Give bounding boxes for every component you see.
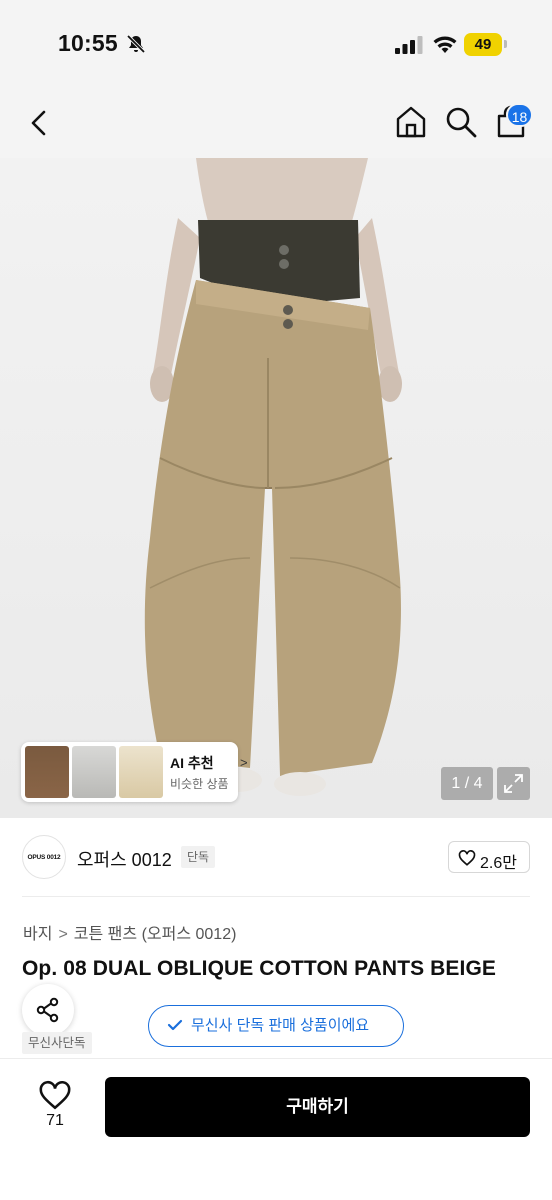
- ai-recommend-card[interactable]: AI 추천 > 비슷한 상품: [21, 742, 248, 802]
- exclusive-sale-banner[interactable]: 무신사 단독 판매 상품이에요: [148, 1005, 404, 1047]
- exclusive-tag: 무신사단독: [22, 1032, 92, 1054]
- expand-icon: [504, 774, 523, 793]
- check-icon: [167, 1019, 183, 1031]
- search-icon[interactable]: [443, 104, 479, 140]
- signal-icon: [395, 36, 423, 54]
- breadcrumb-subcategory[interactable]: 코튼 팬츠 (오퍼스 0012): [74, 926, 237, 943]
- image-page-indicator: 1 / 4: [441, 767, 493, 800]
- app-header: [0, 92, 552, 158]
- brand-exclusive-tag: 단독: [181, 846, 216, 868]
- breadcrumb: 바지 > 코튼 팬츠 (오퍼스 0012): [23, 920, 236, 944]
- product-photo-illustration: [144, 158, 402, 796]
- ai-recommend-title: AI 추천: [170, 755, 214, 771]
- bottom-action-bar: 71 구매하기: [0, 1058, 552, 1200]
- recommend-thumbnail[interactable]: [119, 746, 163, 798]
- buy-button[interactable]: 구매하기: [105, 1077, 530, 1137]
- recommend-thumbnail[interactable]: [25, 746, 69, 798]
- home-icon[interactable]: [393, 104, 429, 140]
- bell-off-icon: [126, 34, 146, 54]
- product-title: Op. 08 DUAL OBLIQUE COTTON PANTS BEIGE: [22, 957, 497, 980]
- brand-like-button[interactable]: 2.6만: [448, 841, 530, 873]
- battery-nub: [504, 40, 507, 48]
- chevron-right-icon: >: [240, 755, 248, 770]
- exclusive-banner-text: 무신사 단독 판매 상품이에요: [191, 1017, 370, 1034]
- recommend-thumbnail[interactable]: [72, 746, 116, 798]
- expand-image-button[interactable]: [497, 767, 530, 800]
- battery-icon: 49: [464, 33, 502, 56]
- divider: [22, 896, 530, 897]
- brand-logo[interactable]: OPUS 0012: [22, 835, 66, 879]
- brand-name[interactable]: 오퍼스 0012: [77, 846, 172, 872]
- cart-count-badge: 18: [506, 103, 533, 127]
- share-button[interactable]: [22, 984, 74, 1036]
- status-time: 10:55: [58, 30, 118, 56]
- brand-like-count: 2.6만: [480, 855, 517, 872]
- wish-count: 71: [46, 1112, 64, 1129]
- status-bar: 10:55 49: [0, 0, 552, 92]
- share-icon: [36, 997, 59, 1023]
- breadcrumb-category[interactable]: 바지: [23, 926, 52, 943]
- heart-icon: [458, 850, 476, 866]
- ai-recommend-subtitle: 비슷한 상품: [170, 777, 229, 791]
- chevron-right-icon: >: [58, 926, 68, 943]
- product-image[interactable]: [0, 158, 552, 818]
- wifi-icon: [433, 36, 457, 53]
- heart-icon[interactable]: [38, 1079, 72, 1111]
- back-icon[interactable]: [22, 106, 56, 140]
